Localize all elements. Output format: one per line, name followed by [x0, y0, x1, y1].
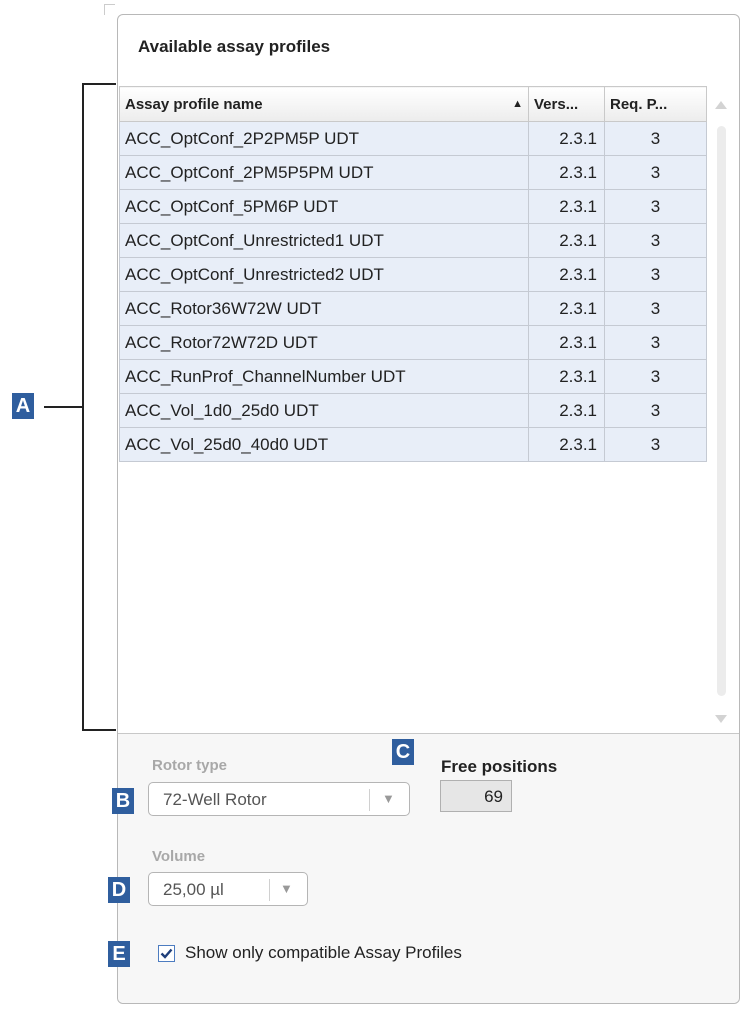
table-row[interactable]: ACC_OptConf_2PM5P5PM UDT 2.3.1 3 [119, 155, 707, 190]
bracket-tick [44, 406, 82, 408]
table-row[interactable]: ACC_Rotor72W72D UDT 2.3.1 3 [119, 325, 707, 360]
cell-required-positions: 3 [604, 189, 707, 224]
table-row[interactable]: ACC_Vol_25d0_40d0 UDT 2.3.1 3 [119, 427, 707, 462]
chevron-down-icon[interactable]: ▼ [382, 791, 395, 806]
rotor-type-label: Rotor type [152, 757, 227, 774]
cell-profile-name: ACC_Vol_25d0_40d0 UDT [119, 427, 529, 462]
callout-e: E [108, 941, 130, 967]
combo-separator [369, 789, 370, 811]
combo-separator [269, 879, 270, 901]
cell-required-positions: 3 [604, 427, 707, 462]
table-row[interactable]: ACC_RunProf_ChannelNumber UDT 2.3.1 3 [119, 359, 707, 394]
callout-c: C [392, 739, 414, 765]
table-row[interactable]: ACC_OptConf_Unrestricted2 UDT 2.3.1 3 [119, 257, 707, 292]
rotor-type-select[interactable]: 72-Well Rotor ▼ [148, 782, 410, 816]
compatible-only-label[interactable]: Show only compatible Assay Profiles [185, 943, 462, 963]
cell-required-positions: 3 [604, 223, 707, 258]
cell-profile-name: ACC_OptConf_2PM5P5PM UDT [119, 155, 529, 190]
cell-profile-name: ACC_Rotor72W72D UDT [119, 325, 529, 360]
volume-select[interactable]: 25,00 µl ▼ [148, 872, 308, 906]
table-row[interactable]: ACC_Rotor36W72W UDT 2.3.1 3 [119, 291, 707, 326]
cell-version: 2.3.1 [528, 223, 605, 258]
column-header-name[interactable]: Assay profile name ▲ [119, 86, 529, 122]
cell-version: 2.3.1 [528, 121, 605, 156]
scroll-down-icon[interactable] [715, 715, 727, 723]
cell-required-positions: 3 [604, 257, 707, 292]
cell-version: 2.3.1 [528, 189, 605, 224]
column-header-version[interactable]: Vers... [528, 86, 605, 122]
panel-title: Available assay profiles [138, 37, 331, 56]
cell-required-positions: 3 [604, 291, 707, 326]
cell-required-positions: 3 [604, 359, 707, 394]
table-row[interactable]: ACC_OptConf_5PM6P UDT 2.3.1 3 [119, 189, 707, 224]
assay-profiles-panel: Available assay profiles Assay profile n… [117, 14, 740, 1004]
cell-version: 2.3.1 [528, 359, 605, 394]
table-row[interactable]: ACC_OptConf_2P2PM5P UDT 2.3.1 3 [119, 121, 707, 156]
table-row[interactable]: ACC_Vol_1d0_25d0 UDT 2.3.1 3 [119, 393, 707, 428]
cell-profile-name: ACC_Vol_1d0_25d0 UDT [119, 393, 529, 428]
cell-profile-name: ACC_OptConf_Unrestricted2 UDT [119, 257, 529, 292]
cell-version: 2.3.1 [528, 393, 605, 428]
column-header-required-positions[interactable]: Req. P... [604, 86, 707, 122]
assay-profiles-table: Assay profile name ▲ Vers... Req. P... A… [119, 86, 734, 733]
scroll-up-icon[interactable] [715, 101, 727, 109]
compatible-only-checkbox[interactable] [158, 945, 175, 962]
corner-mark [104, 4, 115, 15]
cell-profile-name: ACC_OptConf_Unrestricted1 UDT [119, 223, 529, 258]
volume-label: Volume [152, 848, 206, 865]
volume-value: 25,00 µl [163, 880, 224, 899]
callout-a: A [12, 393, 34, 419]
checkmark-icon [160, 948, 173, 959]
cell-required-positions: 3 [604, 325, 707, 360]
cell-profile-name: ACC_RunProf_ChannelNumber UDT [119, 359, 529, 394]
cell-version: 2.3.1 [528, 155, 605, 190]
column-header-name-label: Assay profile name [125, 95, 263, 113]
scrollbar-track[interactable] [717, 126, 726, 696]
free-positions-label: Free positions [441, 757, 558, 776]
callout-d: D [108, 877, 130, 903]
sort-ascending-icon: ▲ [512, 97, 523, 110]
cell-profile-name: ACC_OptConf_2P2PM5P UDT [119, 121, 529, 156]
cell-required-positions: 3 [604, 155, 707, 190]
cell-profile-name: ACC_Rotor36W72W UDT [119, 291, 529, 326]
cell-required-positions: 3 [604, 393, 707, 428]
free-positions-field: 69 [440, 780, 512, 812]
vertical-scrollbar[interactable] [708, 86, 734, 733]
cell-version: 2.3.1 [528, 325, 605, 360]
cell-profile-name: ACC_OptConf_5PM6P UDT [119, 189, 529, 224]
cell-required-positions: 3 [604, 121, 707, 156]
table-bracket [82, 83, 116, 731]
cell-version: 2.3.1 [528, 291, 605, 326]
cell-version: 2.3.1 [528, 427, 605, 462]
table-row[interactable]: ACC_OptConf_Unrestricted1 UDT 2.3.1 3 [119, 223, 707, 258]
callout-b: B [112, 788, 134, 814]
rotor-type-value: 72-Well Rotor [163, 790, 267, 809]
chevron-down-icon[interactable]: ▼ [280, 881, 293, 896]
cell-version: 2.3.1 [528, 257, 605, 292]
